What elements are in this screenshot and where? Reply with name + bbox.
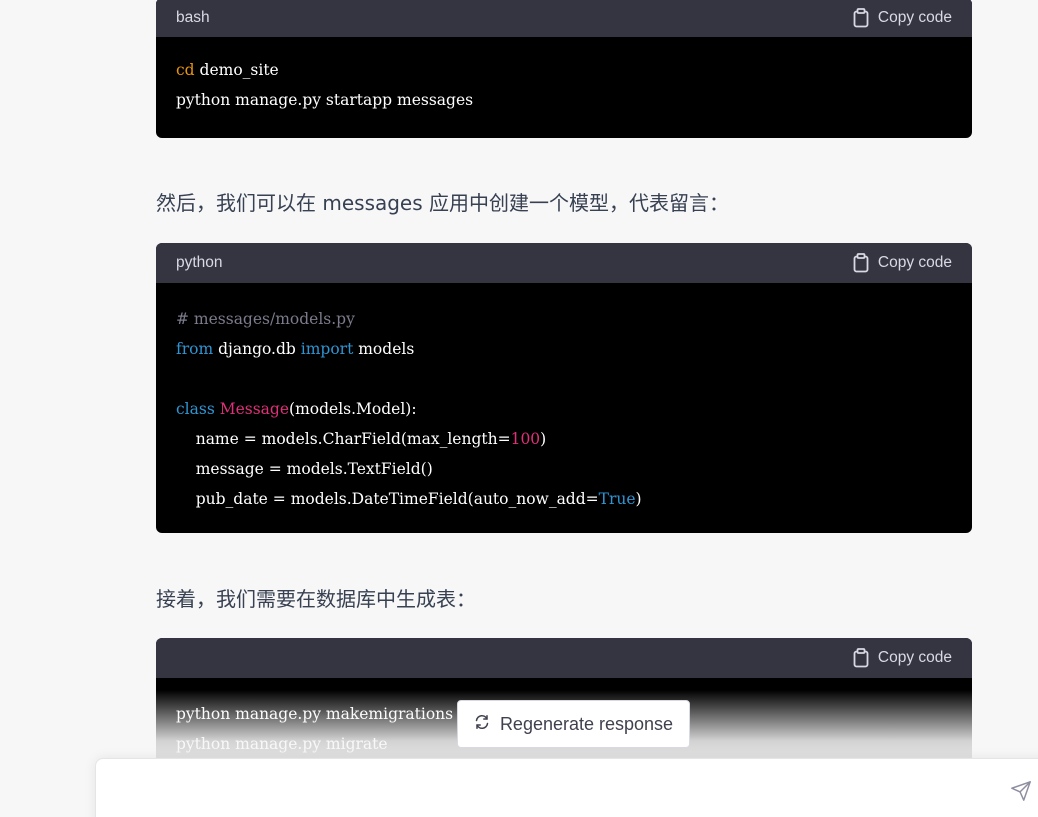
code-token: python manage.py startapp messages	[176, 91, 474, 109]
code-line: from django.db import models	[176, 334, 952, 364]
code-token: (models.Model):	[289, 400, 417, 418]
code-block-header: bash Copy code	[156, 0, 972, 37]
regenerate-label: Regenerate response	[499, 713, 674, 734]
code-token: )	[635, 490, 642, 508]
clipboard-icon	[853, 253, 869, 273]
message-input[interactable]	[95, 758, 1038, 817]
copy-code-label: Copy code	[877, 254, 952, 271]
code-line: # messages/models.py	[176, 304, 952, 334]
response-paragraph: 然后，我们可以在 messages 应用中创建一个模型，代表留言：	[156, 191, 730, 215]
code-content: cd demo_sitepython manage.py startapp me…	[156, 37, 972, 115]
code-line: cd demo_site	[176, 55, 952, 85]
code-token: )	[540, 430, 547, 448]
code-token: 100	[510, 430, 541, 448]
code-line: class Message(models.Model):	[176, 394, 952, 424]
code-token: python manage.py migrate	[176, 735, 388, 753]
code-token: import	[300, 340, 354, 358]
copy-code-label: Copy code	[877, 649, 952, 666]
regenerate-response-button[interactable]: Regenerate response	[457, 700, 690, 748]
refresh-icon	[474, 714, 490, 735]
code-token: from	[176, 340, 214, 358]
code-content: # messages/models.py from django.db impor…	[156, 283, 972, 514]
code-token: name = models.CharField(max_length=	[176, 430, 511, 448]
code-token: python manage.py makemigrations	[176, 705, 454, 723]
clipboard-icon	[853, 7, 869, 28]
code-token: pub_date = models.DateTimeField(auto_now…	[176, 490, 599, 508]
code-language-label: bash	[176, 8, 210, 26]
code-block-python: python Copy code # messages/models.py fro…	[156, 243, 972, 533]
code-line: python manage.py startapp messages	[176, 85, 952, 115]
copy-code-button[interactable]: Copy code	[853, 7, 952, 28]
code-line: pub_date = models.DateTimeField(auto_now…	[176, 484, 952, 514]
code-block-header: Copy code	[156, 638, 972, 678]
code-token: message = models.TextField()	[176, 460, 433, 478]
code-block-bash: bash Copy code cd demo_sitepython manage…	[156, 0, 972, 138]
code-token: Message	[219, 400, 290, 418]
copy-code-button[interactable]: Copy code	[853, 648, 952, 668]
code-line: name = models.CharField(max_length=100)	[176, 424, 952, 454]
code-token: class	[176, 400, 215, 418]
code-line: message = models.TextField()	[176, 454, 952, 484]
code-token: demo_site	[194, 61, 279, 79]
code-language-label: python	[176, 254, 223, 271]
send-icon[interactable]	[1010, 780, 1034, 804]
clipboard-icon	[853, 648, 869, 668]
copy-code-button[interactable]: Copy code	[853, 253, 952, 273]
copy-code-label: Copy code	[877, 8, 952, 26]
code-block-header: python Copy code	[156, 243, 972, 283]
code-token: cd	[176, 61, 195, 79]
code-token: models	[353, 340, 415, 358]
code-token: # messages/models.py	[176, 310, 355, 328]
response-paragraph: 接着，我们需要在数据库中生成表：	[156, 587, 476, 611]
code-token: True	[598, 490, 636, 508]
code-token: django.db	[213, 340, 301, 358]
